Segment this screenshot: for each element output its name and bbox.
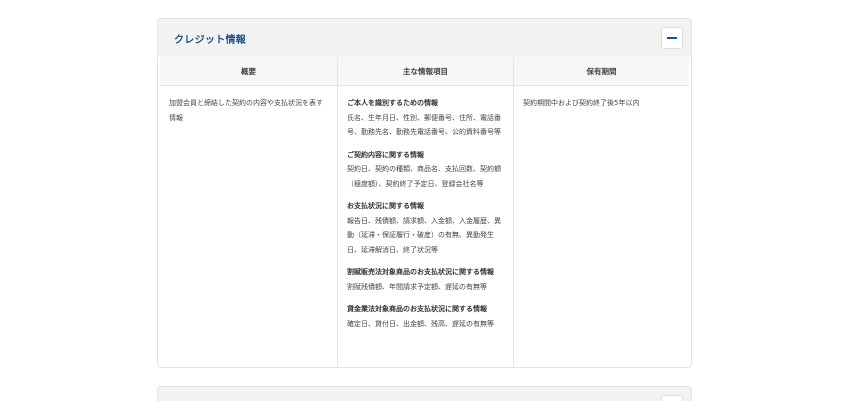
expand-button[interactable] [661, 395, 683, 401]
info-item-detail: 確定日、貸付日、出金額、残高、遅延の有無等 [347, 319, 494, 328]
panel-title: クレジット情報 [174, 35, 247, 46]
summary-cell: 加盟会員と締結した契約の内容や支払状況を表す情報 [169, 99, 323, 122]
info-item: ご本人を識別するための情報 氏名、生年月日、性別、郵便番号、住所、電話番号、勤務… [347, 96, 504, 140]
info-item: ご契約内容に関する情報 契約日、契約の種類、商品名、支払回数、契約額（極度額）、… [347, 148, 504, 192]
collapse-button[interactable] [661, 27, 683, 49]
credit-info-panel: クレジット情報 概要 加盟会員と締結した契約の内容や支払状況を表す情報 主な情報… [157, 18, 692, 368]
info-item-title: お支払状況に関する情報 [347, 202, 424, 210]
column-header: 保有期間 [514, 57, 689, 86]
info-item: 割賦販売法対象商品のお支払状況に関する情報 割賦残債額、年間請求予定額、遅延の有… [347, 265, 504, 294]
info-item-title: 貸金業法対象商品のお支払状況に関する情報 [347, 305, 487, 313]
items-cell: ご本人を識別するための情報 氏名、生年月日、性別、郵便番号、住所、電話番号、勤務… [338, 86, 513, 331]
panel-header[interactable]: クレジット情報 [158, 19, 691, 57]
info-table: 概要 加盟会員と締結した契約の内容や支払状況を表す情報 主な情報項目 ご本人を識… [160, 57, 689, 367]
column-header: 概要 [160, 57, 337, 86]
info-item-title: ご本人を識別するための情報 [347, 99, 438, 107]
info-item-detail: 報告日、残債額、請求額、入金額、入金履歴、異動（延滞・保証履行・破産）の有無、異… [347, 216, 501, 254]
retention-cell: 契約期間中および契約終了後5年以内 [523, 99, 640, 107]
info-item-detail: 割賦残債額、年間請求予定額、遅延の有無等 [347, 282, 487, 291]
info-item-title: ご契約内容に関する情報 [347, 150, 424, 159]
next-panel-header[interactable] [157, 386, 692, 401]
minus-icon [667, 37, 677, 39]
column-retention: 保有期間 契約期間中および契約終了後5年以内 [513, 57, 689, 367]
info-item: お支払状況に関する情報 報告日、残債額、請求額、入金額、入金履歴、異動（延滞・保… [347, 199, 504, 257]
info-item-detail: 氏名、生年月日、性別、郵便番号、住所、電話番号、勤務先名、勤務先電話番号、公的資… [347, 113, 501, 137]
column-items: 主な情報項目 ご本人を識別するための情報 氏名、生年月日、性別、郵便番号、住所、… [337, 57, 513, 367]
info-item-detail: 契約日、契約の種類、商品名、支払回数、契約額（極度額）、契約終了予定日、登録会社… [347, 165, 501, 188]
info-item: 貸金業法対象商品のお支払状況に関する情報 確定日、貸付日、出金額、残高、遅延の有… [347, 302, 504, 331]
column-header: 主な情報項目 [338, 57, 513, 86]
info-item-title: 割賦販売法対象商品のお支払状況に関する情報 [347, 268, 494, 276]
column-summary: 概要 加盟会員と締結した契約の内容や支払状況を表す情報 [160, 57, 337, 367]
